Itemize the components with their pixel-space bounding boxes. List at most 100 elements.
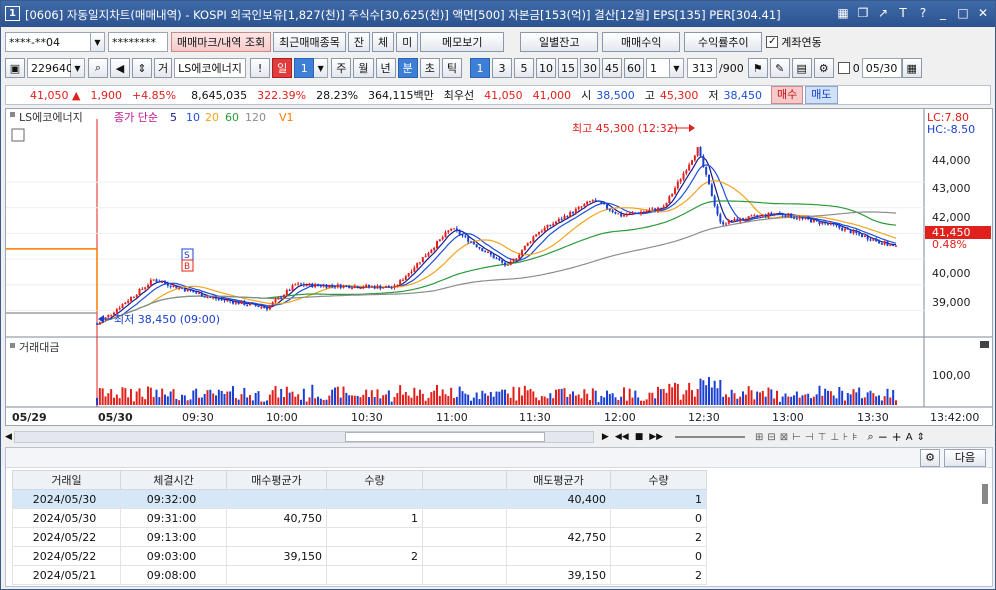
volume-bar	[648, 392, 651, 405]
gear-icon[interactable]: ⚙	[813, 58, 834, 78]
unfilled-button[interactable]: 미	[396, 32, 419, 52]
account-select[interactable]: ****-**04	[5, 32, 91, 52]
stop-icon[interactable]: ■	[635, 432, 644, 442]
date-checkbox[interactable]	[837, 62, 850, 74]
help-icon[interactable]: ?	[915, 5, 931, 21]
candle	[438, 239, 441, 242]
scrollbar-thumb[interactable]	[344, 432, 545, 442]
maximize-icon[interactable]: □	[955, 5, 971, 21]
calendar-icon[interactable]: ▦	[901, 58, 922, 78]
period-week-button[interactable]: 주	[331, 58, 352, 78]
font-size-icon[interactable]: A	[906, 432, 913, 443]
table-scrollbar[interactable]	[982, 484, 988, 504]
buy-marker[interactable]: B	[184, 262, 190, 272]
filled-button[interactable]: 체	[372, 32, 395, 52]
multiplier-select[interactable]: 1	[646, 58, 670, 78]
forward-icon[interactable]: ▶▶	[649, 432, 663, 442]
period-second-button[interactable]: 초	[419, 58, 440, 78]
table-view-icon[interactable]	[11, 128, 25, 142]
table-row[interactable]: 2024/05/22 09:13:00 42,750 2	[12, 527, 707, 547]
sell-button[interactable]: 매도	[805, 86, 838, 104]
pane-collapse-icon[interactable]	[980, 341, 989, 348]
chevron-down-icon[interactable]: ▼	[314, 58, 329, 78]
daily-balance-button[interactable]: 일별잔고	[520, 32, 599, 52]
alert-button[interactable]: !	[250, 58, 271, 78]
chevron-down-icon[interactable]: ▼	[91, 32, 105, 52]
rewind-icon[interactable]: ◀◀	[615, 432, 629, 442]
minute-60-button[interactable]: 60	[624, 58, 644, 78]
return-trend-button[interactable]: 수익률추이	[684, 32, 763, 52]
grid-icon[interactable]: ▦	[835, 5, 851, 21]
zoom-in-icon[interactable]: +	[892, 430, 902, 444]
volume-bar	[135, 391, 138, 405]
data-count-field[interactable]: 313	[687, 58, 717, 78]
drawing-tools-icon[interactable]: ⊞⊟⊠⊢⊣⊤⊥⊦⊧	[755, 432, 861, 443]
zoom-out-icon[interactable]: −	[878, 430, 888, 444]
buy-button[interactable]: 매수	[771, 86, 804, 104]
memo-button[interactable]: 메모보기	[420, 32, 505, 52]
stock-code-field[interactable]: 229640	[27, 58, 73, 78]
table-row[interactable]: 2024/05/30 09:32:00 40,400 1	[12, 489, 707, 509]
window-number[interactable]: 1	[5, 6, 20, 21]
volume-bar	[297, 394, 300, 405]
password-field[interactable]: ********	[108, 32, 168, 52]
minute-1-button[interactable]: 1	[470, 58, 490, 78]
volume-bar	[730, 389, 733, 405]
minute-10-button[interactable]: 10	[536, 58, 556, 78]
volume-bar	[175, 398, 178, 405]
close-icon[interactable]: ✕	[975, 5, 991, 21]
account-link-checkbox[interactable]: ✓	[766, 36, 779, 48]
next-page-button[interactable]: 다음	[944, 449, 986, 467]
trade-profit-button[interactable]: 매매수익	[602, 32, 681, 52]
scroll-left-icon[interactable]: ◀	[5, 432, 12, 442]
save-icon[interactable]: ▤	[791, 58, 812, 78]
recent-trades-button[interactable]: 최근매매종목	[273, 32, 346, 52]
chevron-down-icon[interactable]: ▼	[670, 58, 684, 78]
chart-area[interactable]: LS에코에너지 종가 단순 5 10 20 60 120 V1 LC:7.80 …	[5, 108, 993, 426]
table-row[interactable]: 2024/05/30 09:31:00 40,750 1 0	[12, 508, 707, 528]
minute-15-button[interactable]: 15	[558, 58, 578, 78]
period-day-multiplier[interactable]: 1	[294, 58, 315, 78]
chevron-down-icon[interactable]: ▼	[71, 58, 85, 78]
geo-button[interactable]: 거	[154, 58, 173, 78]
play-icon[interactable]: ▶	[602, 432, 609, 442]
candle	[118, 307, 121, 310]
zoom-icon[interactable]: ⌕	[867, 430, 873, 444]
table-row[interactable]: 2024/05/21 09:08:00 39,150 2	[12, 565, 707, 585]
sound-icon[interactable]: ◀	[110, 58, 130, 78]
price-chart[interactable]: LS에코에너지 종가 단순 5 10 20 60 120 V1 LC:7.80 …	[6, 109, 992, 425]
period-month-button[interactable]: 월	[353, 58, 374, 78]
trade-mark-button[interactable]: 매매마크/내역 조회	[171, 32, 272, 52]
stock-search-icon[interactable]: ▣	[5, 58, 25, 78]
minimize-icon[interactable]: _	[935, 5, 951, 21]
period-tick-button[interactable]: 틱	[441, 58, 462, 78]
move-icon[interactable]: ⇕	[917, 432, 925, 443]
volume-bar	[810, 398, 812, 405]
volume-bar	[351, 395, 353, 405]
balance-button[interactable]: 잔	[347, 32, 371, 52]
period-minute-button[interactable]: 분	[397, 58, 418, 78]
indicator-icon[interactable]: ⚑	[747, 58, 768, 78]
minute-45-button[interactable]: 45	[602, 58, 622, 78]
minute-3-button[interactable]: 3	[492, 58, 512, 78]
volume-bar	[659, 389, 662, 405]
candle	[328, 285, 331, 288]
font-icon[interactable]: T	[895, 5, 911, 21]
search-icon[interactable]: ⌕	[88, 58, 108, 78]
speed-slider[interactable]	[675, 436, 746, 438]
gear-icon[interactable]: ⚙	[920, 449, 940, 467]
date-field[interactable]: 05/30	[861, 58, 902, 78]
bid-price: 41,000	[532, 88, 572, 102]
chart-scrollbar[interactable]	[13, 431, 594, 443]
minute-30-button[interactable]: 30	[580, 58, 600, 78]
minute-5-button[interactable]: 5	[514, 58, 534, 78]
period-year-button[interactable]: 년	[375, 58, 396, 78]
period-day-button[interactable]: 일	[272, 58, 293, 78]
pin-icon[interactable]: ↗	[875, 5, 891, 21]
y-tick-42000: 42,000	[932, 211, 971, 224]
prev-next-icon[interactable]: ⇕	[132, 58, 152, 78]
drawing-tool-icon[interactable]: ✎	[769, 58, 790, 78]
table-row[interactable]: 2024/05/22 09:03:00 39,150 2 0	[12, 546, 707, 566]
copy-icon[interactable]: ❐	[855, 5, 871, 21]
ma10-line	[96, 164, 897, 326]
